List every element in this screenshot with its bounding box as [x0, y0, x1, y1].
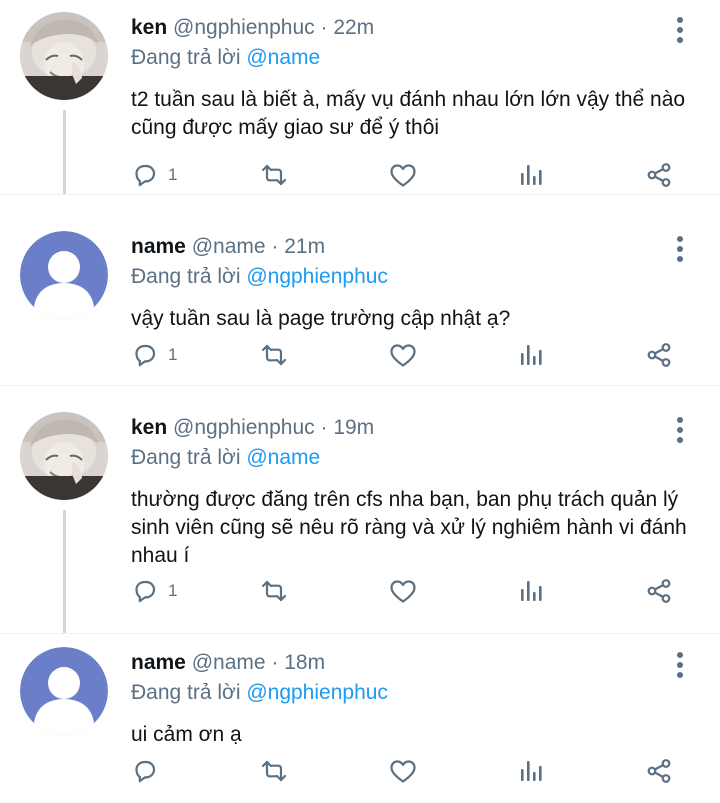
replying-to: Đang trả lời @name	[131, 44, 320, 72]
share-icon	[647, 163, 671, 187]
tweet-text: t2 tuần sau là biết à, mấy vụ đánh nhau …	[131, 88, 686, 139]
tweet-header: ken @ngphienphuc · 22m	[131, 14, 374, 42]
like-icon	[390, 344, 416, 367]
user-photo-icon	[20, 12, 108, 100]
replying-to-label: Đang trả lời	[131, 46, 241, 69]
user-handle[interactable]: @name	[192, 651, 266, 674]
share-icon	[647, 759, 671, 783]
replying-to: Đang trả lời @ngphienphuc	[131, 679, 388, 707]
avatar[interactable]	[20, 412, 108, 500]
more-options-icon[interactable]	[668, 650, 692, 680]
retweet-button[interactable]	[259, 571, 289, 611]
more-options-icon[interactable]	[668, 415, 692, 445]
analytics-icon	[521, 761, 542, 781]
analytics-button[interactable]	[517, 335, 545, 375]
timestamp[interactable]: 21m	[284, 235, 325, 258]
like-button[interactable]	[389, 751, 417, 791]
tweet[interactable]: name @name · 18m Đang trả lời @ngphienph…	[0, 635, 720, 803]
reply-count: 1	[168, 165, 178, 184]
mention-link[interactable]: @name	[246, 46, 320, 69]
avatar[interactable]	[20, 647, 108, 735]
display-name[interactable]: ken	[131, 16, 167, 39]
tweet-header: ken @ngphienphuc · 19m	[131, 414, 374, 442]
user-photo-icon	[20, 412, 108, 500]
like-icon	[390, 760, 416, 783]
reply-icon	[135, 580, 156, 603]
retweet-icon	[261, 164, 287, 186]
tweet-actions: 1	[0, 155, 720, 195]
replying-to-label: Đang trả lời	[131, 681, 241, 704]
reply-button[interactable]: 1	[132, 335, 177, 375]
like-icon	[390, 164, 416, 187]
replying-to: Đang trả lời @ngphienphuc	[131, 263, 388, 291]
tweet[interactable]: ken @ngphienphuc · 19m Đang trả lời @nam…	[0, 400, 720, 634]
reply-button[interactable]: 1	[132, 571, 177, 611]
tweet-header: name @name · 18m	[131, 649, 325, 677]
like-button[interactable]	[389, 571, 417, 611]
share-icon	[647, 579, 671, 603]
mention-link[interactable]: @ngphienphuc	[246, 265, 388, 288]
user-handle[interactable]: @ngphienphuc	[173, 16, 315, 39]
share-button[interactable]	[645, 155, 673, 195]
user-avatar-icon	[20, 647, 108, 735]
replying-to-label: Đang trả lời	[131, 265, 241, 288]
share-button[interactable]	[645, 335, 673, 375]
timestamp[interactable]: 18m	[284, 651, 325, 674]
retweet-button[interactable]	[259, 335, 289, 375]
analytics-icon	[521, 165, 542, 185]
tweet-text: thường được đăng trên cfs nha bạn, ban p…	[131, 488, 687, 567]
timestamp[interactable]: 22m	[333, 16, 374, 39]
avatar[interactable]	[20, 12, 108, 100]
like-icon	[390, 580, 416, 603]
like-button[interactable]	[389, 155, 417, 195]
user-avatar-icon	[20, 231, 108, 319]
replying-to: Đang trả lời @name	[131, 444, 320, 472]
reply-count: 1	[168, 345, 178, 364]
retweet-icon	[261, 580, 287, 602]
display-name[interactable]: name	[131, 651, 186, 674]
display-name[interactable]: ken	[131, 416, 167, 439]
tweet-actions	[0, 751, 720, 791]
reply-icon	[135, 344, 156, 367]
tweet-actions: 1	[0, 335, 720, 375]
reply-count: 1	[168, 581, 178, 600]
like-button[interactable]	[389, 335, 417, 375]
tweet[interactable]: name @name · 21m Đang trả lời @ngphienph…	[0, 219, 720, 386]
retweet-icon	[261, 760, 287, 782]
analytics-button[interactable]	[517, 751, 545, 791]
separator: ·	[320, 416, 328, 439]
display-name[interactable]: name	[131, 235, 186, 258]
tweet-text: vậy tuần sau là page trường cập nhật ạ?	[131, 307, 511, 330]
tweet-actions: 1	[0, 571, 720, 611]
user-handle[interactable]: @name	[192, 235, 266, 258]
analytics-icon	[521, 345, 542, 365]
retweet-button[interactable]	[259, 155, 289, 195]
mention-link[interactable]: @ngphienphuc	[246, 681, 388, 704]
analytics-button[interactable]	[517, 571, 545, 611]
replying-to-label: Đang trả lời	[131, 446, 241, 469]
share-button[interactable]	[645, 751, 673, 791]
reply-icon	[135, 760, 156, 783]
more-options-icon[interactable]	[668, 234, 692, 264]
separator: ·	[271, 651, 279, 674]
tweet[interactable]: ken @ngphienphuc · 22m Đang trả lời @nam…	[0, 0, 720, 195]
reply-button[interactable]: 1	[132, 155, 177, 195]
analytics-icon	[521, 581, 542, 601]
user-handle[interactable]: @ngphienphuc	[173, 416, 315, 439]
separator: ·	[271, 235, 279, 258]
retweet-icon	[261, 344, 287, 366]
tweet-text: ui cảm ơn ạ	[131, 723, 242, 746]
mention-link[interactable]: @name	[246, 446, 320, 469]
analytics-button[interactable]	[517, 155, 545, 195]
tweet-header: name @name · 21m	[131, 233, 325, 261]
more-options-icon[interactable]	[668, 15, 692, 45]
share-button[interactable]	[645, 571, 673, 611]
share-icon	[647, 343, 671, 367]
separator: ·	[320, 16, 328, 39]
timestamp[interactable]: 19m	[333, 416, 374, 439]
reply-button[interactable]	[132, 751, 168, 791]
retweet-button[interactable]	[259, 751, 289, 791]
avatar[interactable]	[20, 231, 108, 319]
reply-icon	[135, 164, 156, 187]
